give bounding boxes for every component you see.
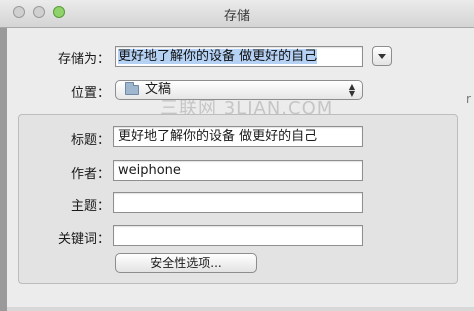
subject-input[interactable]	[113, 192, 363, 213]
window-title: 存储	[223, 9, 250, 24]
security-options-button[interactable]: 安全性选项...	[115, 253, 257, 273]
background-text-fragment: r	[466, 92, 471, 106]
expand-button[interactable]	[372, 46, 392, 66]
window-edge	[0, 28, 7, 311]
keywords-label: 关键词：	[57, 232, 110, 247]
save-as-label: 存储为：	[57, 52, 110, 67]
author-input[interactable]: weiphone	[113, 160, 363, 181]
folder-icon	[125, 82, 139, 95]
save-dialog: 存储 存储为： 更好地了解你的设备 做更好的自己 位置： 文稿 ▲ ▼ 三联网 3…	[0, 0, 474, 311]
bottom-edge	[7, 307, 474, 311]
location-label: 位置：	[70, 86, 110, 101]
up-down-arrows-icon: ▲ ▼	[348, 82, 355, 98]
title-bar: 存储	[0, 0, 474, 28]
title-label: 标题：	[70, 133, 110, 148]
subject-label: 主题：	[70, 199, 110, 214]
disclosure-triangle-icon	[378, 54, 386, 59]
save-as-input[interactable]: 更好地了解你的设备 做更好的自己	[115, 46, 363, 67]
keywords-input[interactable]	[113, 225, 363, 246]
title-input[interactable]: 更好地了解你的设备 做更好的自己	[113, 126, 363, 147]
author-label: 作者：	[70, 167, 110, 182]
save-as-value: 更好地了解你的设备 做更好的自己	[118, 49, 318, 64]
